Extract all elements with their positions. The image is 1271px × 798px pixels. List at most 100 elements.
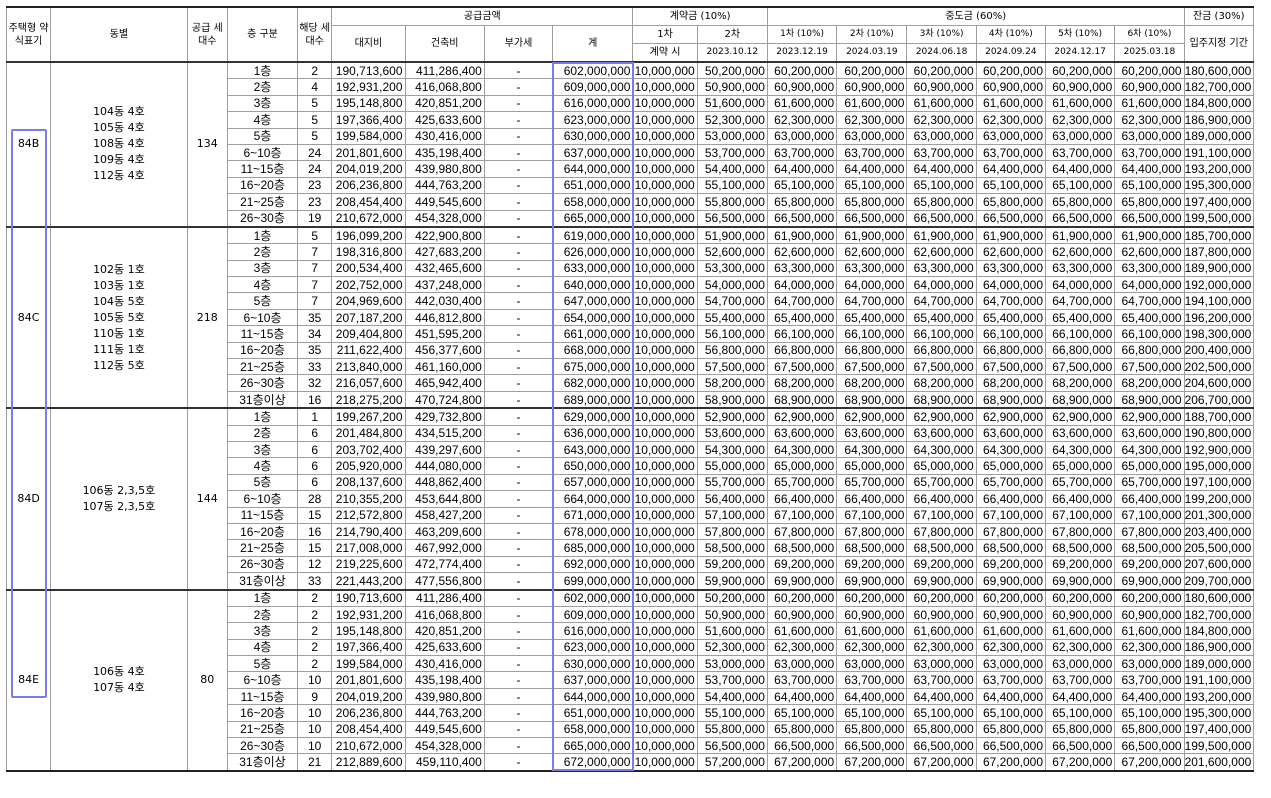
deposit-2-cell: 52,300,000 xyxy=(696,111,768,129)
header-interim-1: 1차 (10%) xyxy=(766,25,838,44)
header-interim-2-date: 2024.03.19 xyxy=(836,43,908,63)
floor-cell: 5층 xyxy=(226,473,299,492)
interim-4-cell: 63,000,000 xyxy=(975,127,1047,145)
deposit-1-cell: 10,000,000 xyxy=(632,555,698,574)
interim-6-cell: 64,400,000 xyxy=(1114,687,1185,706)
dong-item: 105동 5호 xyxy=(93,310,145,324)
deposit-2-cell: 55,100,000 xyxy=(696,704,768,722)
header-deposit-2-date: 2023.10.12 xyxy=(696,43,768,63)
dong-item: 110동 1호 xyxy=(93,326,145,340)
interim-6-cell: 60,900,000 xyxy=(1114,78,1185,96)
balance-cell: 197,400,000 xyxy=(1183,193,1255,211)
interim-4-cell: 61,600,000 xyxy=(975,622,1047,640)
type-code: 84D xyxy=(5,407,52,591)
building-price-cell: 444,080,000 xyxy=(404,457,485,475)
building-price-cell: 411,286,400 xyxy=(404,588,485,607)
floor-cell: 16~20층 xyxy=(226,176,299,195)
vat-cell: - xyxy=(483,440,554,459)
interim-1-cell: 63,600,000 xyxy=(766,424,838,442)
floor-cell: 6~10층 xyxy=(226,308,299,327)
interim-5-cell: 67,200,000 xyxy=(1044,753,1116,772)
units-cell: 5 xyxy=(297,225,333,245)
floor-cell: 5층 xyxy=(226,127,299,145)
interim-1-cell: 65,100,000 xyxy=(766,176,838,195)
land-price-cell: 190,713,600 xyxy=(331,588,406,607)
total-price-cell: 668,000,000 xyxy=(552,341,634,360)
deposit-1-cell: 10,000,000 xyxy=(632,687,698,706)
land-price-cell: 197,366,400 xyxy=(331,638,406,657)
interim-2-cell: 62,300,000 xyxy=(836,111,908,129)
header-interim-4: 4차 (10%) xyxy=(975,25,1047,44)
land-price-cell: 198,316,800 xyxy=(331,243,406,261)
table-row: 84D 106동 2,3,5호 107동 2,3,5호 144 1층 1 199,267,2… xyxy=(5,407,1255,591)
floor-cell: 16~20층 xyxy=(226,341,299,360)
deposit-1-cell: 10,000,000 xyxy=(632,209,698,228)
interim-4-cell: 60,200,000 xyxy=(975,61,1047,80)
interim-4-cell: 66,400,000 xyxy=(975,490,1047,508)
header-interim-3-date: 2024.06.18 xyxy=(906,43,977,63)
deposit-1-cell: 10,000,000 xyxy=(632,638,698,657)
dong-item: 108동 4호 xyxy=(93,137,145,151)
deposit-1-cell: 10,000,000 xyxy=(632,341,698,360)
total-price-cell: 658,000,000 xyxy=(552,720,634,739)
deposit-1-cell: 10,000,000 xyxy=(632,193,698,211)
deposit-2-cell: 52,900,000 xyxy=(696,407,768,426)
interim-6-cell: 63,700,000 xyxy=(1114,671,1185,689)
units-cell: 23 xyxy=(297,193,333,211)
total-price-cell: 664,000,000 xyxy=(552,490,634,508)
floor-cell: 11~15층 xyxy=(226,506,299,524)
land-price-cell: 199,267,200 xyxy=(331,407,406,426)
deposit-1-cell: 10,000,000 xyxy=(632,720,698,739)
interim-4-cell: 66,100,000 xyxy=(975,325,1047,343)
interim-4-cell: 60,900,000 xyxy=(975,78,1047,96)
floor-cell: 1층 xyxy=(226,407,299,426)
deposit-2-cell: 57,100,000 xyxy=(696,506,768,524)
interim-1-cell: 61,600,000 xyxy=(766,622,838,640)
units-cell: 24 xyxy=(297,160,333,178)
deposit-1-cell: 10,000,000 xyxy=(632,276,698,294)
interim-1-cell: 68,500,000 xyxy=(766,539,838,557)
interim-5-cell: 69,900,000 xyxy=(1044,572,1116,590)
total-price-cell: 644,000,000 xyxy=(552,687,634,706)
interim-3-cell: 65,100,000 xyxy=(906,704,977,722)
vat-cell: - xyxy=(483,292,554,310)
type-code-label: 84B xyxy=(17,137,40,151)
building-price-cell: 429,732,800 xyxy=(404,407,485,426)
units-cell: 35 xyxy=(297,308,333,327)
interim-2-cell: 65,000,000 xyxy=(836,457,908,475)
deposit-1-cell: 10,000,000 xyxy=(632,671,698,689)
interim-5-cell: 68,200,000 xyxy=(1044,374,1116,392)
interim-5-cell: 68,900,000 xyxy=(1044,390,1116,409)
deposit-2-cell: 54,700,000 xyxy=(696,292,768,310)
vat-cell: - xyxy=(483,374,554,392)
interim-1-cell: 67,200,000 xyxy=(766,753,838,772)
vat-cell: - xyxy=(483,176,554,195)
interim-4-cell: 61,600,000 xyxy=(975,94,1047,113)
balance-cell: 205,500,000 xyxy=(1183,539,1255,557)
interim-1-cell: 66,500,000 xyxy=(766,737,838,755)
units-cell: 7 xyxy=(297,276,333,294)
dong-item: 106동 4호 xyxy=(93,665,145,679)
interim-5-cell: 68,500,000 xyxy=(1044,539,1116,557)
vat-cell: - xyxy=(483,341,554,360)
deposit-1-cell: 10,000,000 xyxy=(632,522,698,541)
interim-4-cell: 63,600,000 xyxy=(975,424,1047,442)
deposit-1-cell: 10,000,000 xyxy=(632,588,698,607)
interim-1-cell: 61,600,000 xyxy=(766,94,838,113)
interim-5-cell: 60,200,000 xyxy=(1044,588,1116,607)
interim-3-cell: 61,600,000 xyxy=(906,94,977,113)
interim-2-cell: 61,600,000 xyxy=(836,622,908,640)
building-price-cell: 444,763,200 xyxy=(404,704,485,722)
interim-5-cell: 66,800,000 xyxy=(1044,341,1116,360)
balance-cell: 195,300,000 xyxy=(1183,704,1255,722)
interim-5-cell: 65,000,000 xyxy=(1044,457,1116,475)
interim-1-cell: 62,600,000 xyxy=(766,243,838,261)
interim-6-cell: 65,800,000 xyxy=(1114,193,1185,211)
interim-4-cell: 61,900,000 xyxy=(975,225,1047,245)
vat-cell: - xyxy=(483,225,554,245)
balance-cell: 187,800,000 xyxy=(1183,243,1255,261)
interim-6-cell: 65,800,000 xyxy=(1114,720,1185,739)
dong-item: 105동 4호 xyxy=(93,121,145,135)
deposit-2-cell: 53,700,000 xyxy=(696,143,768,162)
land-price-cell: 202,752,000 xyxy=(331,276,406,294)
